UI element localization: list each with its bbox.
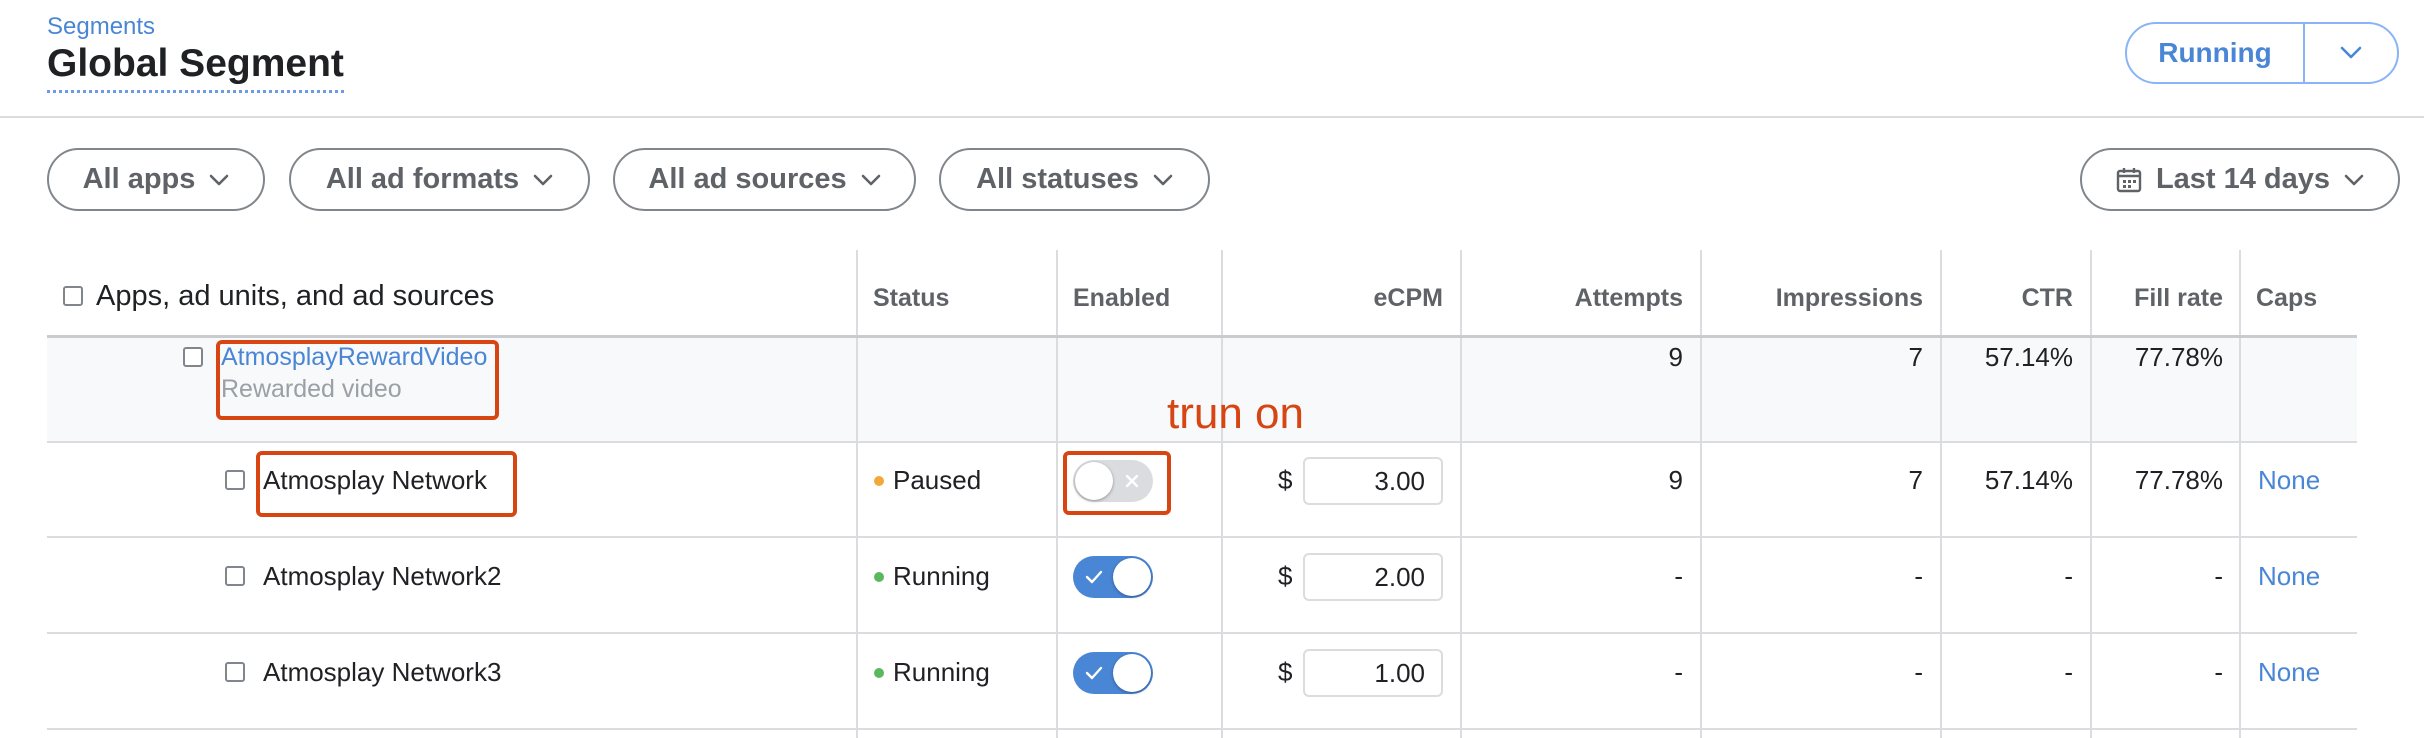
- column-header-ctr[interactable]: CTR: [1940, 280, 2073, 316]
- ad-source-ctr: -: [2064, 561, 2073, 591]
- ad-source-attempts: -: [1674, 657, 1683, 687]
- date-range-label: Last 14 days: [2155, 163, 2331, 195]
- column-divider: [1221, 250, 1223, 738]
- caps-link[interactable]: None: [2258, 463, 2320, 497]
- status-dot-icon: [874, 668, 884, 678]
- column-divider: [856, 250, 858, 738]
- ad-source-impressions: -: [1914, 657, 1923, 687]
- currency-symbol: $: [1278, 561, 1293, 591]
- filter-ad-sources-label: All ad sources: [648, 163, 847, 195]
- caps-link[interactable]: None: [2258, 559, 2320, 593]
- enabled-toggle[interactable]: [1073, 652, 1153, 694]
- ad-source-checkbox[interactable]: [225, 566, 245, 586]
- row-divider: [47, 536, 2357, 538]
- enabled-toggle[interactable]: [1073, 556, 1153, 598]
- column-header-fill-rate[interactable]: Fill rate: [2090, 280, 2223, 316]
- ad-source-fill-rate: -: [2214, 561, 2223, 591]
- date-range-picker[interactable]: Last 14 days: [2080, 148, 2400, 211]
- chevron-down-icon: [210, 174, 229, 185]
- row-divider: [47, 632, 2357, 634]
- status-running-button[interactable]: Running: [2127, 24, 2305, 82]
- annotation-note: trun on: [1167, 389, 1304, 438]
- checkmark-icon: [1075, 556, 1113, 598]
- chevron-down-icon: [2340, 46, 2362, 59]
- filter-statuses-label: All statuses: [976, 163, 1139, 195]
- ad-source-ctr: 57.14%: [1984, 465, 2073, 495]
- status-dot-icon: [874, 476, 884, 486]
- filter-ad-formats-label: All ad formats: [325, 163, 520, 195]
- filter-apps[interactable]: All apps: [47, 148, 265, 211]
- column-header-caps[interactable]: Caps: [2256, 280, 2317, 316]
- toggle-knob: [1113, 654, 1151, 692]
- ad-unit-impressions: 7: [1908, 342, 1923, 372]
- header-divider: [0, 116, 2424, 118]
- column-header-enabled[interactable]: Enabled: [1073, 280, 1170, 316]
- filter-apps-label: All apps: [82, 163, 196, 195]
- caps-link[interactable]: None: [2258, 655, 2320, 689]
- checkmark-icon: [1075, 652, 1113, 694]
- toggle-knob: [1113, 558, 1151, 596]
- ecpm-input[interactable]: [1303, 457, 1443, 505]
- ad-unit-fill-rate: 77.78%: [2134, 342, 2223, 372]
- page-title[interactable]: Global Segment: [47, 40, 344, 93]
- ad-source-name[interactable]: Atmosplay Network3: [263, 655, 501, 689]
- chevron-down-icon: [1153, 174, 1173, 185]
- breadcrumb-segments[interactable]: Segments: [47, 13, 155, 41]
- status-dot-icon: [874, 572, 884, 582]
- annotation-box-toggle: [1063, 451, 1171, 515]
- segment-status-control: Running: [2125, 22, 2399, 84]
- filter-ad-formats[interactable]: All ad formats: [289, 148, 590, 211]
- ad-source-checkbox[interactable]: [225, 662, 245, 682]
- ad-source-fill-rate: -: [2214, 657, 2223, 687]
- ad-source-attempts: 9: [1668, 465, 1683, 495]
- column-header-ecpm[interactable]: eCPM: [1221, 280, 1443, 316]
- column-divider: [2239, 250, 2241, 738]
- ad-source-checkbox[interactable]: [225, 470, 245, 490]
- ecpm-input[interactable]: [1303, 553, 1443, 601]
- calendar-icon: [2116, 167, 2142, 192]
- ad-source-status: Running: [893, 657, 990, 687]
- chevron-down-icon: [861, 174, 880, 185]
- column-header-impressions[interactable]: Impressions: [1700, 280, 1923, 316]
- ad-unit-ctr: 57.14%: [1984, 342, 2073, 372]
- chevron-down-icon: [2344, 174, 2364, 185]
- currency-symbol: $: [1278, 465, 1293, 495]
- ad-source-impressions: 7: [1908, 465, 1923, 495]
- ad-source-name[interactable]: Atmosplay Network2: [263, 559, 501, 593]
- column-header-name[interactable]: Apps, ad units, and ad sources: [96, 277, 494, 315]
- ad-source-impressions: -: [1914, 561, 1923, 591]
- ad-source-ctr: -: [2064, 657, 2073, 687]
- select-all-checkbox[interactable]: [63, 286, 83, 306]
- column-header-status[interactable]: Status: [873, 280, 949, 316]
- row-divider: [47, 441, 2357, 443]
- header-divider: [47, 335, 2357, 338]
- ecpm-input[interactable]: [1303, 649, 1443, 697]
- filter-ad-sources[interactable]: All ad sources: [613, 148, 916, 211]
- status-dropdown-button[interactable]: [2305, 24, 2397, 82]
- annotation-box-ad-unit: [216, 340, 499, 420]
- row-divider: [47, 728, 2357, 730]
- ad-unit-checkbox[interactable]: [183, 347, 203, 367]
- ad-source-attempts: -: [1674, 561, 1683, 591]
- filter-statuses[interactable]: All statuses: [939, 148, 1210, 211]
- column-divider: [1056, 250, 1058, 738]
- ad-source-fill-rate: 77.78%: [2134, 465, 2223, 495]
- currency-symbol: $: [1278, 657, 1293, 687]
- chevron-down-icon: [533, 174, 553, 185]
- column-header-attempts[interactable]: Attempts: [1460, 280, 1683, 316]
- ad-source-status: Paused: [893, 465, 982, 495]
- ad-source-status: Running: [893, 561, 990, 591]
- annotation-box-ad-source: [256, 451, 517, 517]
- ad-unit-attempts: 9: [1668, 342, 1683, 372]
